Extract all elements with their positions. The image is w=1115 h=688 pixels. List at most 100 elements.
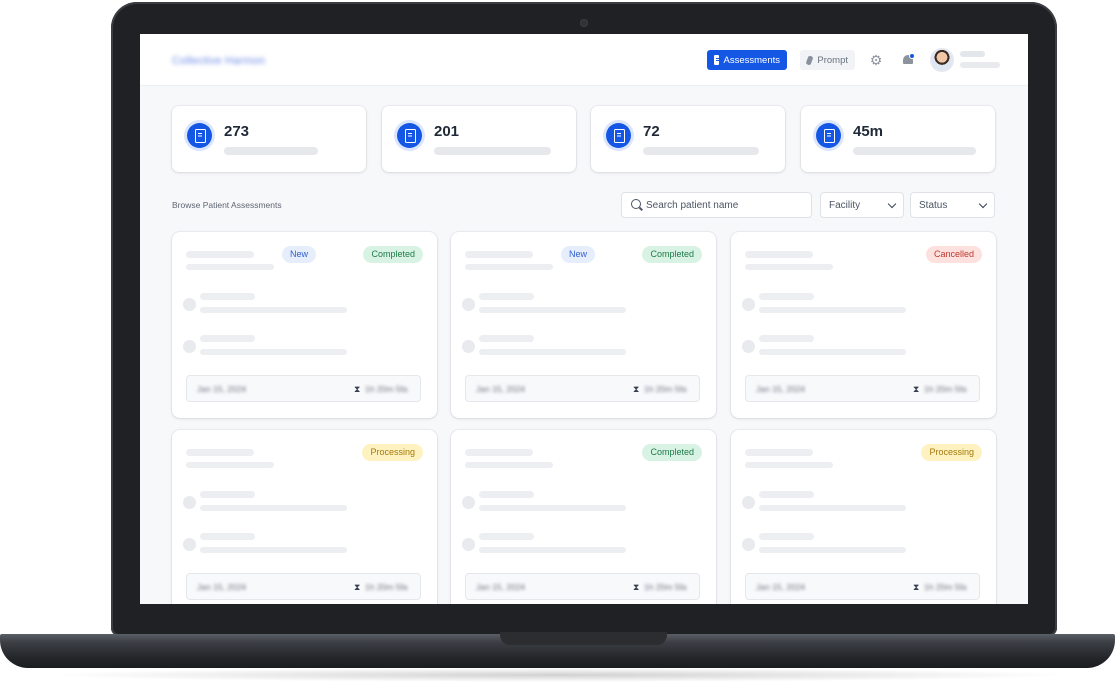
status-badge: Processing <box>362 444 423 461</box>
stat-label-placeholder <box>434 147 551 155</box>
field-value-placeholder <box>759 547 906 553</box>
card-footer: Jan 15, 2024 ⧗ 1h 20m 5fa <box>186 375 421 402</box>
assessment-duration: 1h 20m 5fa <box>924 384 967 394</box>
bell-icon[interactable] <box>901 53 915 67</box>
status-badge: Cancelled <box>925 246 982 263</box>
stat-value: 45m <box>853 123 884 140</box>
search-box[interactable] <box>621 192 812 218</box>
assessment-card[interactable]: Cancelled Jan 15, 2024 ⧗ 1h 20m 5fa <box>731 232 996 418</box>
field-label-placeholder <box>200 533 255 540</box>
field-label-placeholder <box>200 335 255 342</box>
app-screen: Collective Harmon Assessments Prompt ⚙ 2… <box>140 34 1028 604</box>
search-input[interactable] <box>646 197 806 213</box>
hourglass-icon: ⧗ <box>354 582 361 592</box>
field-value-placeholder <box>200 307 347 313</box>
assessment-card[interactable]: New Completed Jan 15, 2024 ⧗ 1h 20m 5fa <box>451 232 716 418</box>
hourglass-icon: ⧗ <box>354 384 361 394</box>
card-footer: Jan 15, 2024 ⧗ 1h 20m 5fa <box>186 573 421 600</box>
assessment-duration: 1h 20m 5fa <box>365 384 408 394</box>
stat-card-total: 273 <box>172 106 366 172</box>
assessment-date: Jan 15, 2024 <box>476 384 526 394</box>
card-footer: Jan 15, 2024 ⧗ 1h 20m 5fa <box>745 573 980 600</box>
field-label-placeholder <box>759 335 814 342</box>
field-icon-placeholder <box>742 340 755 353</box>
status-badge: Completed <box>642 246 702 263</box>
status-badge: Completed <box>642 444 702 461</box>
hourglass-icon: ⧗ <box>913 384 920 394</box>
field-value-placeholder <box>200 349 347 355</box>
stat-card-completed: 201 <box>382 106 576 172</box>
field-label-placeholder <box>759 491 814 498</box>
field-label-placeholder <box>200 491 255 498</box>
brand-name[interactable]: Collective Harmon <box>172 55 265 67</box>
status-select[interactable]: Status <box>910 192 995 218</box>
leaf-icon <box>805 54 814 66</box>
field-icon-placeholder <box>183 538 196 551</box>
document-check-icon <box>397 123 422 148</box>
patient-name-placeholder <box>186 449 254 456</box>
stat-value: 201 <box>434 123 460 140</box>
field-label-placeholder <box>759 293 814 300</box>
field-icon-placeholder <box>742 298 755 311</box>
card-footer: Jan 15, 2024 ⧗ 1h 20m 5fa <box>465 375 700 402</box>
avatar[interactable] <box>931 49 953 71</box>
field-icon-placeholder <box>462 538 475 551</box>
stat-card-duration: 45m <box>801 106 995 172</box>
document-icon <box>187 123 212 148</box>
patient-name-placeholder <box>465 251 533 258</box>
prompt-nav-label: Prompt <box>817 54 848 66</box>
field-value-placeholder <box>200 505 347 511</box>
assessment-duration: 1h 20m 5fa <box>644 384 687 394</box>
assessments-nav-label: Assessments <box>723 54 781 66</box>
field-label-placeholder <box>759 533 814 540</box>
patient-meta-placeholder <box>465 462 553 468</box>
field-value-placeholder <box>759 349 906 355</box>
camera-icon <box>581 20 587 26</box>
stat-value: 273 <box>224 123 250 140</box>
assessment-date: Jan 15, 2024 <box>476 582 526 592</box>
assessments-nav-button[interactable]: Assessments <box>707 50 787 70</box>
assessment-duration: 1h 20m 5fa <box>365 582 408 592</box>
field-value-placeholder <box>479 505 626 511</box>
field-value-placeholder <box>479 547 626 553</box>
search-icon <box>631 199 641 209</box>
facility-select[interactable]: Facility <box>820 192 904 218</box>
assessment-date: Jan 15, 2024 <box>197 582 247 592</box>
field-label-placeholder <box>479 293 534 300</box>
facility-select-label: Facility <box>829 199 861 211</box>
document-icon <box>714 55 720 65</box>
field-label-placeholder <box>479 533 534 540</box>
field-icon-placeholder <box>462 496 475 509</box>
prompt-nav-button[interactable]: Prompt <box>800 50 855 70</box>
assessment-date: Jan 15, 2024 <box>197 384 247 394</box>
patient-name-placeholder <box>465 449 533 456</box>
assessment-card[interactable]: Processing Jan 15, 2024 ⧗ 1h 20m 5fa <box>731 430 996 604</box>
patient-meta-placeholder <box>465 264 553 270</box>
field-value-placeholder <box>200 547 347 553</box>
assessment-duration: 1h 20m 5fa <box>644 582 687 592</box>
field-icon-placeholder <box>462 298 475 311</box>
card-footer: Jan 15, 2024 ⧗ 1h 20m 5fa <box>465 573 700 600</box>
assessment-card[interactable]: New Completed Jan 15, 2024 ⧗ 1h 20m 5fa <box>172 232 437 418</box>
card-footer: Jan 15, 2024 ⧗ 1h 20m 5fa <box>745 375 980 402</box>
chevron-down-icon <box>887 199 897 208</box>
hourglass-icon: ⧗ <box>913 582 920 592</box>
stat-label-placeholder <box>853 147 976 155</box>
gear-icon[interactable]: ⚙ <box>869 53 883 67</box>
assessment-card[interactable]: Completed Jan 15, 2024 ⧗ 1h 20m 5fa <box>451 430 716 604</box>
laptop-shadow <box>40 668 1075 682</box>
stat-label-placeholder <box>643 147 759 155</box>
assessment-date: Jan 15, 2024 <box>756 582 806 592</box>
new-badge: New <box>561 246 596 263</box>
document-x-icon <box>606 123 631 148</box>
chevron-down-icon <box>978 199 988 208</box>
status-badge: Completed <box>363 246 423 263</box>
stat-label-placeholder <box>224 147 318 155</box>
patient-meta-placeholder <box>745 264 833 270</box>
top-navigation-bar: Collective Harmon Assessments Prompt ⚙ <box>140 34 1028 86</box>
status-select-label: Status <box>919 199 948 211</box>
assessment-card[interactable]: Processing Jan 15, 2024 ⧗ 1h 20m 5fa <box>172 430 437 604</box>
field-label-placeholder <box>479 335 534 342</box>
field-value-placeholder <box>759 505 906 511</box>
hourglass-icon: ⧗ <box>633 384 640 394</box>
